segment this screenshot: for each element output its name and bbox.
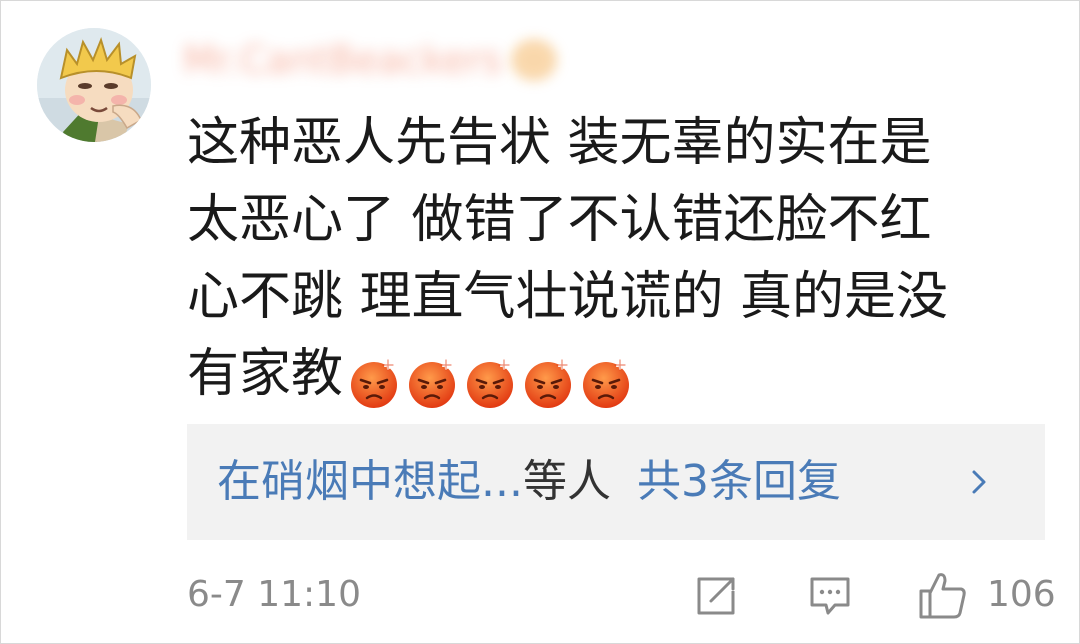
reply-count-link[interactable]: 共3条回复 [637, 456, 841, 507]
comment-line-text: 有家教 [187, 344, 344, 404]
reply-preview-text: 等人 [522, 456, 611, 507]
username[interactable]: Mr.CantBeackers [183, 35, 502, 85]
user-level-badge-icon [511, 39, 557, 81]
comment-card: Mr.CantBeackers 这种恶人先告状 装无辜的实在是 太恶心了 做错了… [0, 0, 1080, 644]
angry-face-emoji-icon [409, 359, 456, 408]
angry-face-emoji-icon [583, 359, 630, 408]
reply-author[interactable]: 在硝烟中想起... [217, 456, 523, 507]
like-count: 106 [987, 574, 1056, 615]
chevron-right-icon[interactable] [965, 462, 995, 502]
repost-icon[interactable] [693, 573, 739, 619]
comment-line: 这种恶人先告状 装无辜的实在是 [187, 113, 932, 173]
comment-line: 心不跳 理直气壮说谎的 真的是没 [187, 267, 949, 327]
comment-text: 这种恶人先告状 装无辜的实在是 太恶心了 做错了不认错还脸不红 心不跳 理直气壮… [187, 105, 1037, 419]
thumbs-up-icon[interactable] [917, 569, 969, 621]
replies-summary: 在硝烟中想起...等人 共3条回复 [217, 454, 841, 510]
timestamp: 6-7 11:10 [187, 574, 361, 615]
emoji-row [347, 342, 637, 419]
angry-face-emoji-icon [525, 359, 572, 408]
comment-footer: 6-7 11:10 106 [1, 567, 1080, 623]
avatar[interactable] [37, 28, 151, 142]
comment-icon[interactable] [807, 573, 853, 619]
replies-preview[interactable]: 在硝烟中想起...等人 共3条回复 [187, 424, 1045, 540]
comment-line-last: 有家教 [187, 336, 1037, 419]
comment-line: 太恶心了 做错了不认错还脸不红 [187, 190, 932, 250]
cartoon-boy-avatar-icon [37, 28, 151, 142]
angry-face-emoji-icon [351, 359, 398, 408]
angry-face-emoji-icon [467, 359, 514, 408]
